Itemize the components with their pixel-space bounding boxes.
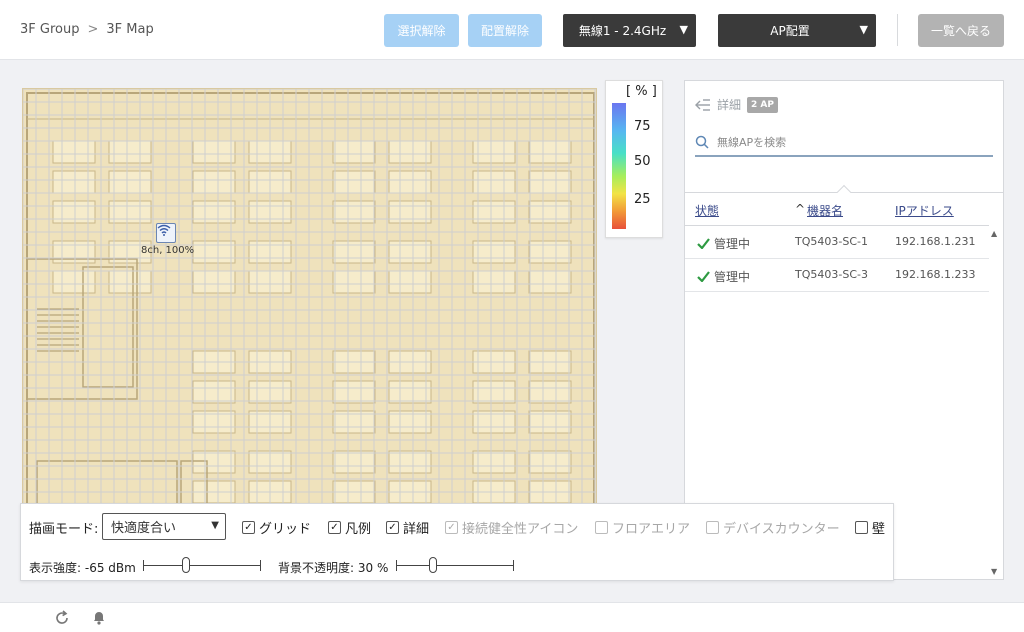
collapse-arrow-icon[interactable] [695, 98, 711, 111]
status-cell: 管理中 [697, 235, 750, 252]
floor-map[interactable]: 8ch, 100% [22, 88, 597, 508]
legend-tick: 75 [634, 119, 651, 134]
slider-track [143, 565, 261, 566]
checkbox-checked-icon: ✓ [328, 521, 341, 534]
slider-end [396, 560, 397, 571]
panel-header: 詳細 2 AP [695, 96, 778, 113]
slider-end [513, 560, 514, 571]
legend-unit: [ % ] [626, 84, 657, 99]
chevron-down-icon: ▼ [211, 520, 219, 531]
legend-checkbox[interactable]: ✓ 凡例 [328, 518, 371, 537]
back-to-list-button[interactable]: 一覧へ戻る [918, 14, 1004, 47]
mode-select-value: AP配置 [770, 24, 810, 38]
draw-mode-value: 快適度合い [111, 521, 177, 536]
refresh-icon[interactable] [54, 610, 70, 626]
draw-mode-label: 描画モード: [29, 522, 99, 537]
breadcrumb-group[interactable]: 3F Group [20, 22, 79, 37]
strength-slider[interactable] [143, 557, 261, 573]
slider-thumb[interactable] [429, 557, 437, 573]
search-icon [695, 135, 709, 149]
grid-checkbox[interactable]: ✓ グリッド [242, 518, 311, 537]
ip-address: 192.168.1.231 [895, 235, 976, 248]
ip-address: 192.168.1.233 [895, 268, 976, 281]
checkbox-unchecked-icon [855, 521, 868, 534]
bell-icon[interactable] [92, 609, 106, 625]
signal-legend: [ % ] 75 50 25 [605, 80, 663, 238]
caret-down-icon: ▼ [859, 23, 868, 36]
sort-ascending-icon: ^ [795, 202, 806, 216]
mode-select[interactable]: AP配置 ▼ [718, 14, 876, 47]
checkbox-unchecked-disabled-icon [706, 521, 719, 534]
status-text: 管理中 [714, 270, 751, 284]
column-header-status[interactable]: 状態 [695, 202, 719, 219]
wall-checkbox[interactable]: 壁 [855, 518, 885, 537]
ap-marker[interactable] [156, 223, 176, 243]
checkbox-checked-icon: ✓ [242, 521, 255, 534]
table-row[interactable]: 管理中 TQ5403-SC-1 192.168.1.231 [685, 226, 989, 259]
wifi-icon [157, 224, 171, 236]
slider-track [396, 565, 514, 566]
health-icon-checkbox: ✓ 接続健全性アイコン [445, 518, 578, 537]
status-text: 管理中 [714, 237, 751, 251]
checkbox-unchecked-disabled-icon [595, 521, 608, 534]
ap-count-badge: 2 AP [747, 96, 778, 113]
map-controls: 描画モード: 快適度合い ▼ ✓ グリッド ✓ 凡例 ✓ 詳細 ✓ 接続健全性ア… [20, 503, 894, 581]
opacity-label: 背景不透明度: 30 % [278, 561, 389, 575]
scroll-down-icon[interactable]: ▼ [991, 567, 997, 576]
grid-label: グリッド [259, 522, 312, 537]
checkmark-icon [697, 271, 710, 282]
checkmark-icon [697, 238, 710, 249]
search-input[interactable] [717, 135, 977, 149]
scroll-up-icon[interactable]: ▲ [991, 229, 997, 238]
floor-area-checkbox: フロアエリア [595, 518, 690, 537]
health-icon-label: 接続健全性アイコン [462, 522, 579, 537]
header: 3F Group > 3F Map 選択解除 配置解除 無線1 - 2.4GHz… [0, 0, 1024, 60]
opacity-slider[interactable] [396, 557, 514, 573]
slider-end [260, 560, 261, 571]
wall-label: 壁 [872, 522, 886, 537]
search-box [695, 129, 993, 157]
legend-gradient [612, 103, 626, 229]
detail-label: 詳細 [403, 522, 430, 537]
column-header-name[interactable]: 機器名 [807, 202, 843, 219]
column-header-ip[interactable]: IPアドレス [895, 202, 954, 219]
legend-tick: 25 [634, 192, 651, 207]
breadcrumb-map: 3F Map [106, 22, 154, 37]
unplace-button[interactable]: 配置解除 [468, 14, 542, 47]
checkbox-checked-icon: ✓ [386, 521, 399, 534]
footer [0, 602, 1024, 632]
caret-down-icon: ▼ [679, 23, 688, 36]
legend-tick: 50 [634, 154, 651, 169]
floor-plan-drawing [23, 89, 596, 507]
slider-thumb[interactable] [181, 557, 190, 573]
device-counter-label: デバイスカウンター [723, 522, 840, 537]
strength-label: 表示強度: -65 dBm [29, 561, 136, 575]
table-notch [836, 184, 852, 200]
detail-checkbox[interactable]: ✓ 詳細 [386, 518, 429, 537]
status-cell: 管理中 [697, 268, 750, 285]
draw-mode-select[interactable]: 快適度合い ▼ [102, 513, 226, 540]
ap-label: 8ch, 100% [141, 245, 195, 256]
device-name: TQ5403-SC-3 [795, 268, 868, 281]
slider-end [143, 560, 144, 571]
panel-title: 詳細 [717, 98, 742, 112]
deselect-button[interactable]: 選択解除 [384, 14, 459, 47]
floor-area-label: フロアエリア [612, 522, 691, 537]
header-divider [897, 14, 898, 46]
band-select-value: 無線1 - 2.4GHz [578, 24, 667, 38]
band-select[interactable]: 無線1 - 2.4GHz ▼ [563, 14, 696, 47]
breadcrumb-separator: > [87, 22, 99, 37]
legend-label: 凡例 [345, 522, 372, 537]
checkbox-checked-disabled-icon: ✓ [445, 521, 458, 534]
device-counter-checkbox: デバイスカウンター [706, 518, 840, 537]
breadcrumb: 3F Group > 3F Map [20, 22, 154, 37]
table-row[interactable]: 管理中 TQ5403-SC-3 192.168.1.233 [685, 259, 989, 292]
device-name: TQ5403-SC-1 [795, 235, 868, 248]
